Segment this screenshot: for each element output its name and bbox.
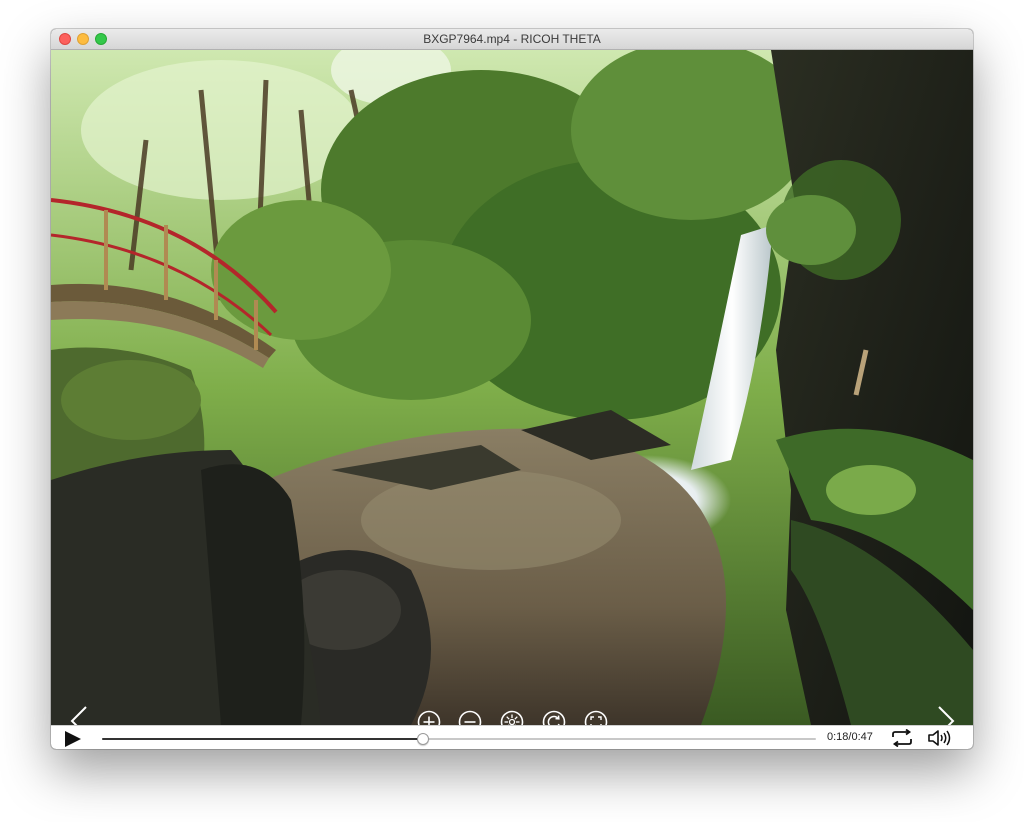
play-icon: [65, 731, 81, 747]
video-viewport[interactable]: [51, 50, 973, 725]
rotate-button[interactable]: [542, 710, 566, 725]
loop-button[interactable]: [889, 728, 915, 748]
window-title: BXGP7964.mp4 - RICOH THETA: [423, 32, 601, 46]
duration: 0:47: [851, 731, 873, 743]
seek-bar[interactable]: [102, 733, 816, 745]
little-planet-icon: [500, 710, 524, 725]
little-planet-button[interactable]: [500, 710, 524, 725]
time-display: 0:18/0:47: [827, 731, 873, 743]
previous-button[interactable]: [68, 705, 92, 725]
video-frame: [51, 50, 973, 725]
seek-progress: [102, 738, 424, 740]
fullscreen-icon: [584, 710, 608, 725]
zoom-out-button[interactable]: [458, 710, 482, 725]
title-bar[interactable]: BXGP7964.mp4 - RICOH THETA: [51, 29, 973, 50]
volume-icon: [928, 730, 951, 746]
zoom-in-button[interactable]: [417, 710, 441, 725]
chevron-left-icon: [70, 706, 87, 725]
rotate-icon: [542, 710, 566, 725]
zoom-out-icon: [458, 710, 482, 725]
fullscreen-button[interactable]: [584, 710, 608, 725]
player-window: BXGP7964.mp4 - RICOH THETA 0:18/0:47: [51, 29, 973, 749]
loop-icon: [892, 728, 912, 748]
seek-thumb[interactable]: [417, 733, 430, 745]
volume-button[interactable]: [927, 729, 953, 747]
zoom-in-icon: [417, 710, 441, 725]
playback-controls: 0:18/0:47: [51, 725, 973, 749]
next-button[interactable]: [933, 705, 957, 725]
chevron-right-icon: [938, 706, 955, 725]
current-time: 0:18: [827, 731, 849, 743]
play-button[interactable]: [63, 730, 83, 748]
